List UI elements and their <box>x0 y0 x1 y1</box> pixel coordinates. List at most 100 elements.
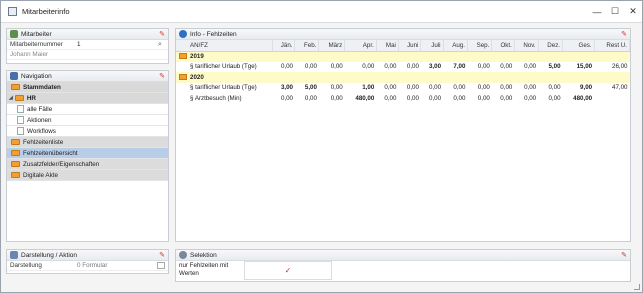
cell: 0,00 <box>304 94 317 102</box>
cell: 47,00 <box>612 84 628 92</box>
nav-item-digitale-akte[interactable]: Digitale Akte <box>7 170 168 181</box>
selektion-panel: Selektion ✎ nur Fehlzeiten mit Werten ✓ <box>175 249 631 282</box>
column-header[interactable]: Nov. <box>514 40 539 52</box>
pin-icon[interactable]: ✎ <box>159 30 165 38</box>
nav-item-fehlzeitenliste[interactable]: Fehlzeitenliste <box>7 137 168 148</box>
expand-arrow-icon[interactable]: ◢ <box>9 95 13 101</box>
column-header[interactable]: Aug. <box>443 40 468 52</box>
dropdown-icon[interactable] <box>157 262 165 269</box>
year-label: 2019 <box>190 53 204 60</box>
cell: 5,00 <box>304 84 317 92</box>
nav-item-label: Workflows <box>27 127 56 135</box>
mitarbeiternummer-input[interactable]: 1 <box>77 41 158 48</box>
info-title: Info - Fehlzeiten <box>190 30 237 38</box>
close-button[interactable]: ✕ <box>624 3 642 21</box>
cell: 0,00 <box>406 84 419 92</box>
column-header[interactable]: Ges. <box>562 40 595 52</box>
table-row[interactable]: § tariflicher Urlaub (Tge) 0,00 0,00 0,0… <box>176 62 630 73</box>
pin-icon[interactable]: ✎ <box>159 251 165 259</box>
column-header[interactable]: Juni <box>398 40 422 52</box>
table-row[interactable]: § tariflicher Urlaub (Tge) 3,00 5,00 0,0… <box>176 83 630 94</box>
pin-icon[interactable]: ✎ <box>621 30 627 38</box>
cell: 0,00 <box>330 94 343 102</box>
column-header[interactable]: Sep. <box>467 40 493 52</box>
nav-item-label: HR <box>26 94 36 102</box>
nav-item-label: Aktionen <box>27 116 52 124</box>
cell: 0,00 <box>524 63 537 71</box>
nav-item-fehlzeitenuebersicht[interactable]: Fehlzeitenübersicht <box>7 148 168 159</box>
table-header-row: AN/FZ Jän. Feb. März Apr. Mai Juni Juli … <box>176 40 631 52</box>
year-group-row[interactable]: 2019 <box>176 51 630 62</box>
nav-item-label: Digitale Akte <box>23 171 59 179</box>
navigation-header: Navigation ✎ <box>7 71 168 82</box>
cell: 0,00 <box>406 94 419 102</box>
pin-icon[interactable]: ✎ <box>621 251 627 259</box>
cell: 0,00 <box>477 84 490 92</box>
column-header[interactable]: Mai <box>376 40 399 52</box>
cell: 0,00 <box>477 94 490 102</box>
maximize-button[interactable]: ☐ <box>606 3 624 21</box>
employee-icon <box>10 30 18 38</box>
folder-icon <box>11 139 20 145</box>
cell: 0,00 <box>524 84 537 92</box>
mitarbeiter-title: Mitarbeiter <box>21 30 52 38</box>
nav-item-aktionen[interactable]: Aktionen <box>7 115 168 126</box>
folder-icon <box>11 172 20 178</box>
display-icon <box>10 251 18 259</box>
cell: 15,00 <box>576 63 593 71</box>
nur-werte-checkbox[interactable]: ✓ <box>244 261 332 280</box>
column-header[interactable]: Dez. <box>538 40 564 52</box>
column-header[interactable]: Okt. <box>491 40 515 52</box>
cell: 0,00 <box>428 84 442 92</box>
magnifier-icon <box>179 251 187 259</box>
column-header[interactable]: Jän. <box>272 40 296 52</box>
info-header: Info - Fehlzeiten ✎ <box>176 29 630 40</box>
year-group-row[interactable]: 2020 <box>176 72 630 83</box>
year-label: 2020 <box>190 73 204 81</box>
column-header[interactable]: Rest U. <box>594 40 631 52</box>
employee-name: Johann Maier <box>10 51 49 58</box>
column-header[interactable]: März <box>318 40 346 52</box>
cell: 0,00 <box>362 63 375 71</box>
row-label: § tariflicher Urlaub (Tge) <box>190 63 257 71</box>
cell: 3,00 <box>428 63 442 71</box>
nav-item-alle-faelle[interactable]: alle Fälle <box>7 104 168 115</box>
minimize-button[interactable]: — <box>588 3 606 21</box>
selektion-header: Selektion ✎ <box>176 250 630 261</box>
cell: 0,00 <box>477 63 490 71</box>
window: Mitarbeiterinfo — ☐ ✕ Mitarbeiter ✎ Mita… <box>0 0 643 293</box>
nav-item-hr[interactable]: ◢ HR <box>7 93 168 104</box>
darstellung-row: Darstellung 0 Formular <box>7 261 168 271</box>
folder-icon <box>14 95 24 101</box>
cell: 0,00 <box>548 94 561 102</box>
darstellung-label: Darstellung <box>10 262 42 269</box>
column-header[interactable]: Juli <box>420 40 444 52</box>
nav-item-label: Zusatzfelder/Eigenschaften <box>23 160 100 168</box>
search-icon[interactable]: ⌕ <box>158 41 168 49</box>
fehlzeiten-table: AN/FZ Jän. Feb. März Apr. Mai Juni Juli … <box>176 40 631 104</box>
column-header[interactable]: Apr. <box>344 40 377 52</box>
mitarbeiter-panel: Mitarbeiter ✎ Mitarbeiternummer 1 ⌕ Joha… <box>6 28 169 64</box>
nav-item-zusatzfelder[interactable]: Zusatzfelder/Eigenschaften <box>7 159 168 170</box>
table-row[interactable]: § Arztbesuch (Min) 0,00 0,00 0,00 480,00… <box>176 93 630 104</box>
cell: 5,00 <box>548 63 561 71</box>
mitarbeiter-header: Mitarbeiter ✎ <box>7 29 168 40</box>
cell: 0,00 <box>500 63 513 71</box>
nav-item-workflows[interactable]: Workflows <box>7 126 168 137</box>
column-header[interactable]: Feb. <box>294 40 320 52</box>
darstellung-title: Darstellung / Aktion <box>21 251 78 259</box>
cell: 0,00 <box>280 63 293 71</box>
pin-icon[interactable]: ✎ <box>159 72 165 80</box>
cell: 1,00 <box>362 84 375 92</box>
cell: 0,00 <box>500 94 513 102</box>
cell: 0,00 <box>384 84 397 92</box>
folder-icon <box>11 84 20 90</box>
column-header[interactable]: AN/FZ <box>176 40 273 52</box>
cell: 0,00 <box>304 63 317 71</box>
nav-item-label: alle Fälle <box>27 105 53 113</box>
resize-grip-icon[interactable] <box>634 284 640 290</box>
nav-item-stammdaten[interactable]: Stammdaten <box>7 82 168 93</box>
darstellung-select[interactable]: 0 Formular <box>77 262 157 269</box>
app-icon <box>8 7 17 16</box>
selektion-option-label: nur Fehlzeiten mit Werten <box>179 262 229 277</box>
